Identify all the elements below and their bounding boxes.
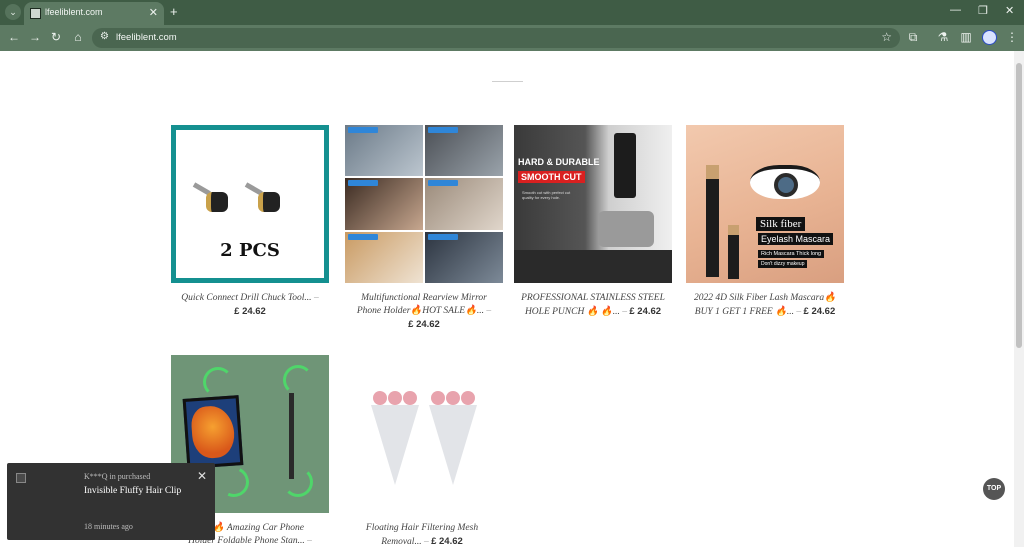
purchaser-text: K***Q in purchased — [84, 472, 151, 481]
product-image[interactable]: HARD & DURABLE SMOOTH CUT Smooth cut wit… — [514, 125, 672, 283]
home-icon[interactable]: ⌂ — [70, 30, 86, 44]
image-headline: Silk fiber — [756, 217, 806, 231]
product-card[interactable]: 2 PCS Quick Connect Drill Chuck Tool... … — [171, 125, 329, 319]
page-scrollbar[interactable] — [1014, 51, 1024, 547]
tablet-graphic — [182, 395, 244, 469]
mascara-wand-graphic — [728, 225, 739, 279]
drill-graphic — [614, 133, 636, 198]
chuck-bit-graphic — [244, 182, 280, 212]
back-arrow-icon[interactable]: ← — [6, 30, 22, 44]
site-info-icon[interactable]: ⚙ — [100, 31, 109, 42]
product-image[interactable] — [343, 355, 501, 513]
image-subheadline: SMOOTH CUT — [518, 171, 585, 183]
minimize-icon[interactable]: — — [950, 4, 961, 16]
product-title[interactable]: Multifunctional Rearview Mirror Phone Ho… — [345, 292, 503, 332]
product-card[interactable]: Silk fiber Eyelash Mascara Rich Mascara … — [686, 125, 844, 319]
mesh-cone-graphic — [429, 405, 477, 485]
restore-icon[interactable]: ❐ — [978, 4, 988, 17]
forward-arrow-icon[interactable]: → — [27, 30, 43, 44]
chuck-bit-graphic — [192, 182, 228, 212]
close-window-icon[interactable]: ✕ — [1005, 4, 1014, 17]
rotate-arrow-icon — [214, 462, 254, 502]
product-card[interactable]: Floating Hair Filtering Mesh Removal... … — [343, 355, 501, 547]
holder-arm-graphic — [289, 393, 294, 479]
product-price: £ 24.62 — [408, 319, 440, 330]
product-price: £ 24.62 — [803, 306, 836, 317]
flask-icon[interactable]: ⚗ — [935, 30, 951, 44]
active-tab[interactable]: lfeeliblent.com ✕ — [24, 2, 164, 25]
url-text[interactable]: lfeeliblent.com — [116, 32, 177, 43]
broken-image-icon — [16, 473, 26, 483]
mascara-tube-graphic — [706, 165, 719, 277]
site-favicon-icon — [30, 8, 41, 19]
float-balls-graphic — [431, 391, 475, 407]
purchase-time: 18 minutes ago — [84, 522, 133, 531]
rotate-arrow-icon — [283, 467, 313, 497]
product-title[interactable]: Quick Connect Drill Chuck Tool... – £ 24… — [171, 292, 329, 319]
workpiece-graphic — [514, 250, 672, 283]
tab-title: lfeeliblent.com — [45, 7, 103, 17]
product-image[interactable]: Silk fiber Eyelash Mascara Rich Mascara … — [686, 125, 844, 283]
image-headline: HARD & DURABLE — [518, 157, 600, 167]
float-balls-graphic — [373, 391, 417, 407]
mesh-cone-graphic — [371, 405, 419, 485]
image-caption: Rich Mascara Thick long — [758, 250, 825, 258]
tab-bar: ⌄ lfeeliblent.com ✕ + — ❐ ✕ — [0, 0, 1024, 25]
purchased-item-name[interactable]: Invisible Fluffy Hair Clip — [84, 486, 181, 496]
image-subheadline: Eyelash Mascara — [758, 233, 834, 245]
product-card[interactable]: Multifunctional Rearview Mirror Phone Ho… — [345, 125, 503, 332]
image-caption: Don't dizzy makeup — [758, 260, 808, 268]
rotate-arrow-icon — [283, 365, 313, 395]
eye-graphic — [750, 165, 820, 199]
profile-avatar[interactable] — [982, 30, 997, 45]
product-card[interactable]: HARD & DURABLE SMOOTH CUT Smooth cut wit… — [514, 125, 672, 319]
product-price: £ 24.62 — [431, 536, 463, 547]
scrollbar-thumb[interactable] — [1016, 63, 1022, 348]
tab-search-button[interactable]: ⌄ — [5, 4, 21, 20]
new-tab-button[interactable]: + — [170, 4, 178, 19]
product-image[interactable]: 2 PCS — [171, 125, 329, 283]
close-icon[interactable]: ✕ — [197, 469, 207, 483]
product-price: £ 24.62 — [234, 306, 266, 317]
product-price: £ 24.62 — [629, 306, 662, 317]
purchase-notification[interactable]: K***Q in purchased Invisible Fluffy Hair… — [7, 463, 215, 540]
product-image[interactable] — [345, 125, 503, 283]
star-icon[interactable]: ☆ — [881, 30, 892, 44]
hole-saw-graphic — [598, 211, 654, 247]
browser-toolbar: ← → ↻ ⌂ ⚙ lfeeliblent.com ☆ ⧉ ⚗ ▥ ⋮ — [0, 25, 1024, 51]
reload-icon[interactable]: ↻ — [48, 30, 64, 44]
product-title[interactable]: Floating Hair Filtering Mesh Removal... … — [343, 522, 501, 547]
product-title[interactable]: PROFESSIONAL STAINLESS STEEL HOLE PUNCH … — [514, 292, 672, 319]
close-tab-icon[interactable]: ✕ — [149, 6, 158, 19]
rotate-arrow-icon — [203, 367, 233, 397]
image-label: 2 PCS — [220, 240, 280, 261]
address-bar[interactable]: ⚙ lfeeliblent.com ☆ — [92, 28, 900, 48]
sidepanel-icon[interactable]: ▥ — [958, 30, 974, 44]
back-to-top-button[interactable]: TOP — [983, 478, 1005, 500]
section-divider — [492, 81, 523, 82]
puzzle-icon[interactable]: ⧉ — [905, 30, 921, 45]
product-title[interactable]: 2022 4D Silk Fiber Lash Mascara🔥 BUY 1 G… — [686, 292, 844, 319]
image-caption: Smooth cut with perfect cut quality for … — [522, 190, 571, 200]
kebab-menu-icon[interactable]: ⋮ — [1004, 30, 1020, 44]
